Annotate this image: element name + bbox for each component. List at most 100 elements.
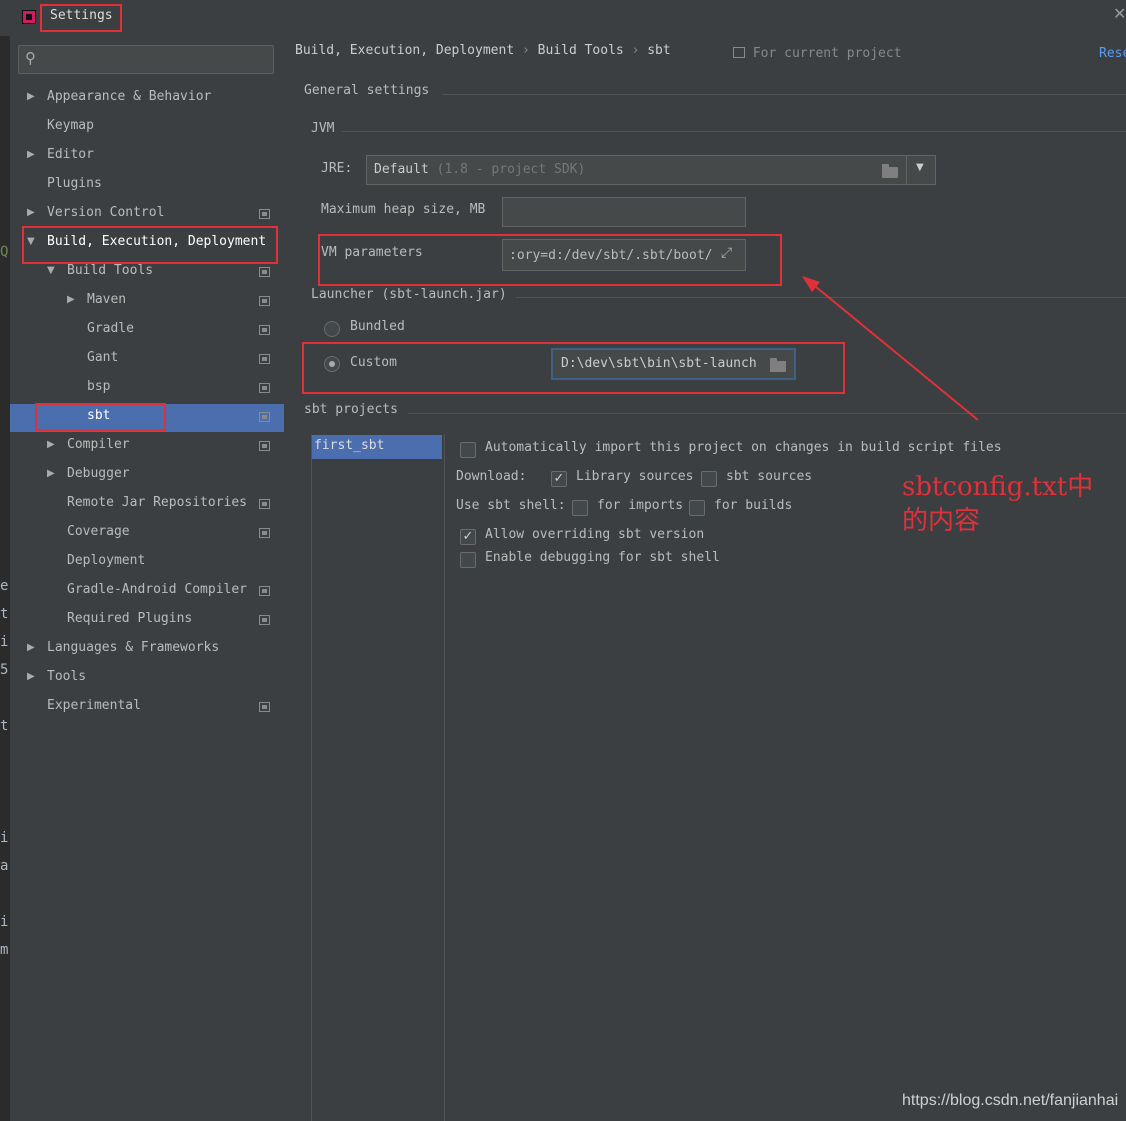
chevron-right-icon[interactable]: ▶ bbox=[67, 289, 75, 311]
gutter-char: i bbox=[0, 830, 9, 846]
sidebar-item-label: Tools bbox=[47, 669, 87, 684]
jre-dropdown-button[interactable]: ▼ bbox=[906, 155, 936, 185]
sidebar-item-label: Gradle bbox=[87, 321, 134, 336]
library-sources-checkbox[interactable]: ✓ bbox=[551, 471, 567, 487]
highlight-box-vm-parameters bbox=[318, 234, 782, 286]
chevron-right-icon[interactable]: ▶ bbox=[47, 434, 55, 456]
annotation-text: sbtconfig.txt中 的内容 bbox=[902, 470, 1093, 538]
breadcrumb: Build, Execution, Deployment › Build Too… bbox=[295, 43, 671, 58]
sidebar-item-editor[interactable]: ▶ Editor bbox=[10, 144, 284, 166]
sidebar-item-label: Plugins bbox=[47, 176, 102, 191]
divider bbox=[342, 131, 1126, 132]
breadcrumb-separator: › bbox=[631, 43, 640, 58]
sidebar-item-gradle[interactable]: Gradle bbox=[10, 318, 284, 340]
sidebar-item-label: Debugger bbox=[67, 466, 130, 481]
for-builds-checkbox[interactable] bbox=[689, 500, 705, 516]
for-builds-label[interactable]: for builds bbox=[714, 498, 792, 513]
chevron-right-icon[interactable]: ▶ bbox=[27, 86, 35, 108]
sidebar-item-label: Keymap bbox=[47, 118, 94, 133]
library-sources-label[interactable]: Library sources bbox=[576, 469, 693, 484]
sidebar-item-appearance-behavior[interactable]: ▶ Appearance & Behavior bbox=[10, 86, 284, 108]
breadcrumb-item[interactable]: Build Tools bbox=[538, 43, 624, 58]
annotation-line: sbtconfig.txt中 bbox=[902, 472, 1094, 502]
sidebar-item-plugins[interactable]: Plugins bbox=[10, 173, 284, 195]
sidebar-item-debugger[interactable]: ▶ Debugger bbox=[10, 463, 284, 485]
chevron-right-icon[interactable]: ▶ bbox=[27, 202, 35, 224]
settings-search-input[interactable]: ⚲ bbox=[18, 45, 274, 74]
jre-select[interactable]: Default (1.8 - project SDK) bbox=[366, 155, 907, 185]
heap-size-label: Maximum heap size, MB bbox=[321, 202, 486, 217]
annotation-line: 的内容 bbox=[902, 506, 981, 536]
project-scope-icon bbox=[259, 615, 270, 625]
sidebar-item-maven[interactable]: ▶ Maven bbox=[10, 289, 284, 311]
bundled-radio[interactable] bbox=[324, 321, 340, 337]
sidebar-item-label: Languages & Frameworks bbox=[47, 640, 220, 655]
sidebar-item-label: Compiler bbox=[67, 437, 130, 452]
sidebar-item-label: Gant bbox=[87, 350, 119, 365]
gutter-char: i bbox=[0, 914, 9, 930]
chevron-right-icon[interactable]: ▶ bbox=[27, 666, 35, 688]
gutter-char: t bbox=[0, 606, 9, 622]
highlight-box-custom-launcher bbox=[302, 342, 845, 394]
allow-overriding-label[interactable]: Allow overriding sbt version bbox=[485, 527, 704, 542]
background-editor-strip: Q e t i 5 t i a i m bbox=[0, 36, 10, 1121]
chevron-right-icon[interactable]: ▶ bbox=[27, 637, 35, 659]
sidebar-item-compiler[interactable]: ▶ Compiler bbox=[10, 434, 284, 456]
divider bbox=[442, 94, 1126, 95]
project-scope-icon bbox=[259, 325, 270, 335]
jre-value: Default bbox=[374, 162, 429, 177]
sidebar-item-coverage[interactable]: Coverage bbox=[10, 521, 284, 543]
sidebar-item-version-control[interactable]: ▶ Version Control bbox=[10, 202, 284, 224]
highlight-box-sbt bbox=[35, 403, 166, 431]
sbt-sources-checkbox[interactable] bbox=[701, 471, 717, 487]
sidebar-item-keymap[interactable]: Keymap bbox=[10, 115, 284, 137]
sidebar-item-label: Experimental bbox=[47, 698, 141, 713]
enable-debugging-checkbox[interactable] bbox=[460, 552, 476, 568]
project-scope-icon bbox=[259, 528, 270, 538]
chevron-right-icon[interactable]: ▶ bbox=[47, 463, 55, 485]
allow-overriding-checkbox[interactable]: ✓ bbox=[460, 529, 476, 545]
heap-size-input[interactable] bbox=[502, 197, 746, 227]
sidebar-item-languages-frameworks[interactable]: ▶ Languages & Frameworks bbox=[10, 637, 284, 659]
reset-link[interactable]: Rese bbox=[1099, 46, 1126, 61]
breadcrumb-item[interactable]: Build, Execution, Deployment bbox=[295, 43, 514, 58]
arrow-shaft bbox=[809, 281, 979, 421]
sbt-sources-label[interactable]: sbt sources bbox=[726, 469, 812, 484]
sidebar-item-label: Editor bbox=[47, 147, 94, 162]
sidebar-item-deployment[interactable]: Deployment bbox=[10, 550, 284, 572]
project-scope-icon bbox=[733, 47, 745, 58]
chevron-down-icon: ▼ bbox=[916, 162, 924, 173]
gutter-char: m bbox=[0, 942, 9, 958]
for-imports-label[interactable]: for imports bbox=[597, 498, 683, 513]
project-scope-icon bbox=[259, 412, 270, 422]
gutter-char: t bbox=[0, 718, 9, 734]
folder-icon[interactable] bbox=[882, 164, 898, 178]
jre-label: JRE: bbox=[321, 161, 353, 176]
sidebar-item-required-plugins[interactable]: Required Plugins bbox=[10, 608, 284, 630]
intellij-app-icon bbox=[22, 10, 36, 24]
sidebar-item-gradle-android-compiler[interactable]: Gradle-Android Compiler bbox=[10, 579, 284, 601]
auto-import-label[interactable]: Automatically import this project on cha… bbox=[485, 440, 1002, 455]
scope-label: For current project bbox=[752, 46, 902, 61]
sidebar-item-remote-jar-repositories[interactable]: Remote Jar Repositories bbox=[10, 492, 284, 514]
highlight-box-title bbox=[40, 4, 122, 32]
sidebar-item-experimental[interactable]: Experimental bbox=[10, 695, 284, 717]
close-icon[interactable]: ✕ bbox=[1113, 4, 1126, 23]
gutter-char: 5 bbox=[0, 662, 9, 678]
sbt-projects-list bbox=[311, 434, 445, 1121]
bundled-label[interactable]: Bundled bbox=[350, 319, 405, 334]
for-imports-checkbox[interactable] bbox=[572, 500, 588, 516]
chevron-right-icon[interactable]: ▶ bbox=[27, 144, 35, 166]
sbt-projects-heading: sbt projects bbox=[304, 402, 398, 417]
auto-import-checkbox[interactable] bbox=[460, 442, 476, 458]
sidebar-item-label: Maven bbox=[87, 292, 127, 307]
title-bar bbox=[0, 0, 1126, 36]
sidebar-item-gant[interactable]: Gant bbox=[10, 347, 284, 369]
sidebar-item-bsp[interactable]: bsp bbox=[10, 376, 284, 398]
list-item[interactable]: first_sbt bbox=[312, 435, 442, 459]
sidebar-item-label: Coverage bbox=[67, 524, 130, 539]
sidebar-item-tools[interactable]: ▶ Tools bbox=[10, 666, 284, 688]
enable-debugging-label[interactable]: Enable debugging for sbt shell bbox=[485, 550, 720, 565]
use-sbt-shell-label: Use sbt shell: bbox=[456, 498, 566, 513]
gutter-char: Q bbox=[0, 244, 9, 260]
